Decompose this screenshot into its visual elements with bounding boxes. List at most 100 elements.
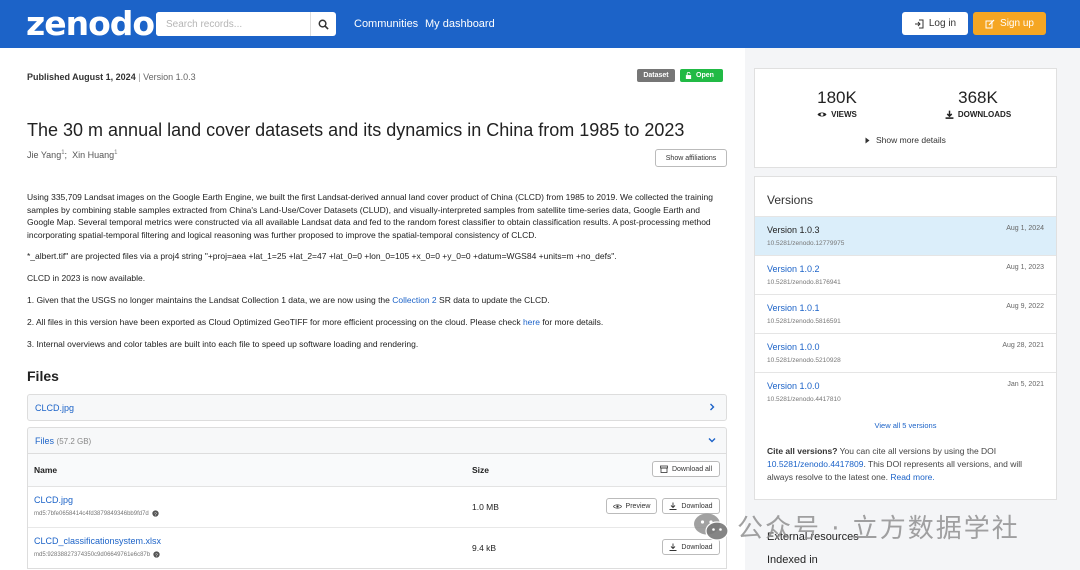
download-icon: [669, 543, 677, 551]
description-paragraph: Using 335,709 Landsat images on the Goog…: [27, 192, 713, 240]
version-doi: 10.5281/zenodo.12779975: [767, 240, 845, 247]
svg-text:?: ?: [155, 552, 158, 558]
description-text: 2. All files in this version have been e…: [27, 317, 523, 327]
views-count: 180K: [817, 88, 857, 107]
search-icon: [318, 19, 329, 30]
author-separator: ;: [64, 150, 68, 160]
version-name: Version 1.0.2: [767, 264, 820, 274]
download-icon: [945, 110, 954, 119]
stats-card: 180K VIEWS 368K DOWNLOADS Show more deta…: [754, 68, 1057, 168]
files-label: Files: [35, 436, 55, 446]
top-navbar: zenodo Communities My dashboard Log in S…: [0, 0, 1080, 48]
files-table-header: Name Size Download all: [28, 454, 726, 487]
files-heading: Files: [27, 368, 59, 384]
collection2-link[interactable]: Collection 2: [392, 295, 436, 305]
files-table: Name Size Download all CLCD.jpg md5:7bfe…: [27, 454, 727, 569]
checksum-text: md5:7bfe0658414c4fd3879849346bb9fd7d: [34, 510, 149, 517]
watermark: 公众号 · 立方数据学社: [693, 508, 1020, 545]
files-accordion-label: Files (57.2 GB): [35, 436, 91, 446]
downloads-count: 368K: [958, 88, 998, 107]
archive-icon: [660, 465, 668, 473]
view-all-versions-link[interactable]: View all 5 versions: [755, 421, 1056, 430]
download-icon: [669, 502, 677, 510]
file-checksum: md5:7bfe0658414c4fd3879849346bb9fd7d ?: [34, 510, 159, 517]
author-affiliation-mark: 1: [114, 150, 118, 156]
question-circle-icon[interactable]: ?: [153, 551, 160, 558]
file-name-link[interactable]: CLCD.jpg: [34, 495, 73, 505]
published-date: Published August 1, 2024: [27, 72, 136, 82]
file-preview-accordion[interactable]: CLCD.jpg: [27, 394, 727, 421]
chevron-down-icon: [708, 438, 716, 443]
here-link[interactable]: here: [523, 317, 540, 327]
download-all-label: Download all: [671, 465, 713, 473]
version-item[interactable]: Version 1.0.3 Aug 1, 2024 10.5281/zenodo…: [755, 216, 1056, 255]
download-all-button[interactable]: Download all: [652, 461, 720, 477]
views-label: VIEWS: [831, 110, 857, 119]
version-item[interactable]: Version 1.0.2 Aug 1, 2023 10.5281/zenodo…: [755, 255, 1056, 294]
version-doi: 10.5281/zenodo.8176941: [767, 279, 841, 286]
files-accordion[interactable]: Files (57.2 GB): [27, 427, 727, 454]
version-name: Version 1.0.0: [767, 381, 820, 391]
version-doi: 10.5281/zenodo.4417810: [767, 396, 841, 403]
description-text: for more details.: [539, 317, 604, 327]
file-row: CLCD_classificationsystem.xlsx md5:92838…: [28, 528, 726, 569]
caret-right-icon: [865, 137, 870, 143]
wechat-icon: [694, 513, 729, 541]
chevron-right-icon: [710, 403, 715, 411]
version-item[interactable]: Version 1.0.0 Aug 28, 2021 10.5281/zenod…: [755, 333, 1056, 372]
preview-button[interactable]: Preview: [606, 498, 657, 514]
versions-card: Versions Version 1.0.3 Aug 1, 2024 10.52…: [754, 176, 1057, 500]
views-label-row: VIEWS: [797, 110, 877, 119]
nav-my-dashboard[interactable]: My dashboard: [425, 18, 495, 30]
edit-icon: [985, 19, 995, 28]
concept-doi-link[interactable]: 10.5281/zenodo.4417809: [767, 459, 863, 469]
file-name-link[interactable]: CLCD_classificationsystem.xlsx: [34, 536, 161, 546]
search-input[interactable]: [156, 12, 310, 36]
show-more-details-label: Show more details: [876, 135, 946, 145]
question-circle-icon[interactable]: ?: [152, 510, 159, 517]
description-text: 1. Given that the USGS no longer maintai…: [27, 295, 393, 305]
search-button[interactable]: [310, 12, 336, 36]
preview-label: Preview: [625, 502, 651, 510]
read-more-link[interactable]: Read more.: [890, 472, 934, 482]
cite-all-heading: Cite all versions?: [767, 446, 838, 456]
column-size-header: Size: [472, 465, 490, 475]
zenodo-logo[interactable]: zenodo: [26, 6, 155, 42]
login-label: Log in: [928, 18, 957, 29]
version-item[interactable]: Version 1.0.1 Aug 9, 2022 10.5281/zenodo…: [755, 294, 1056, 333]
show-affiliations-button[interactable]: Show affiliations: [655, 149, 727, 167]
description-paragraph: 2. All files in this version have been e…: [27, 316, 727, 329]
login-button[interactable]: Log in: [902, 12, 968, 35]
version-separator: |: [138, 72, 141, 82]
preview-file-name: CLCD.jpg: [35, 403, 75, 413]
downloads-label-row: DOWNLOADS: [933, 110, 1023, 119]
publication-info: Published August 1, 2024 | Version 1.0.3: [27, 72, 196, 82]
version-label: Version 1.0.3: [143, 72, 196, 82]
author-name[interactable]: Xin Huang: [72, 150, 114, 160]
author-name[interactable]: Jie Yang: [27, 150, 61, 160]
description-paragraph: 3. Internal overviews and color tables a…: [27, 339, 419, 349]
version-name: Version 1.0.3: [767, 225, 820, 235]
version-name: Version 1.0.1: [767, 303, 820, 313]
eye-icon: [817, 112, 827, 117]
version-item[interactable]: Version 1.0.0 Jan 5, 2021 10.5281/zenodo…: [755, 372, 1056, 411]
watermark-text: 公众号 · 立方数据学社: [737, 514, 1020, 544]
description-paragraph: *_albert.tif" are projected files via a …: [27, 251, 617, 261]
file-row: CLCD.jpg md5:7bfe0658414c4fd3879849346bb…: [28, 487, 726, 528]
nav-communities[interactable]: Communities: [354, 18, 418, 30]
file-size: 1.0 MB: [472, 502, 499, 512]
version-doi: 10.5281/zenodo.5816591: [767, 318, 841, 325]
resource-type-badge: Dataset: [637, 69, 675, 82]
sign-in-icon: [914, 19, 924, 28]
description-text: SR data to update the CLCD.: [436, 295, 550, 305]
description-paragraph: CLCD in 2023 is now available.: [27, 273, 146, 283]
downloads-stat: 368K DOWNLOADS: [933, 88, 1023, 119]
indexed-in-heading: Indexed in: [767, 554, 818, 566]
files-total-size: (57.2 GB): [56, 437, 92, 446]
eye-icon: [612, 503, 622, 509]
version-date: Aug 28, 2021: [1002, 342, 1044, 349]
show-more-details-toggle[interactable]: Show more details: [865, 135, 946, 145]
signup-button[interactable]: Sign up: [973, 12, 1046, 35]
unlock-icon: [685, 72, 692, 79]
record-title: The 30 m annual land cover datasets and …: [27, 120, 685, 140]
